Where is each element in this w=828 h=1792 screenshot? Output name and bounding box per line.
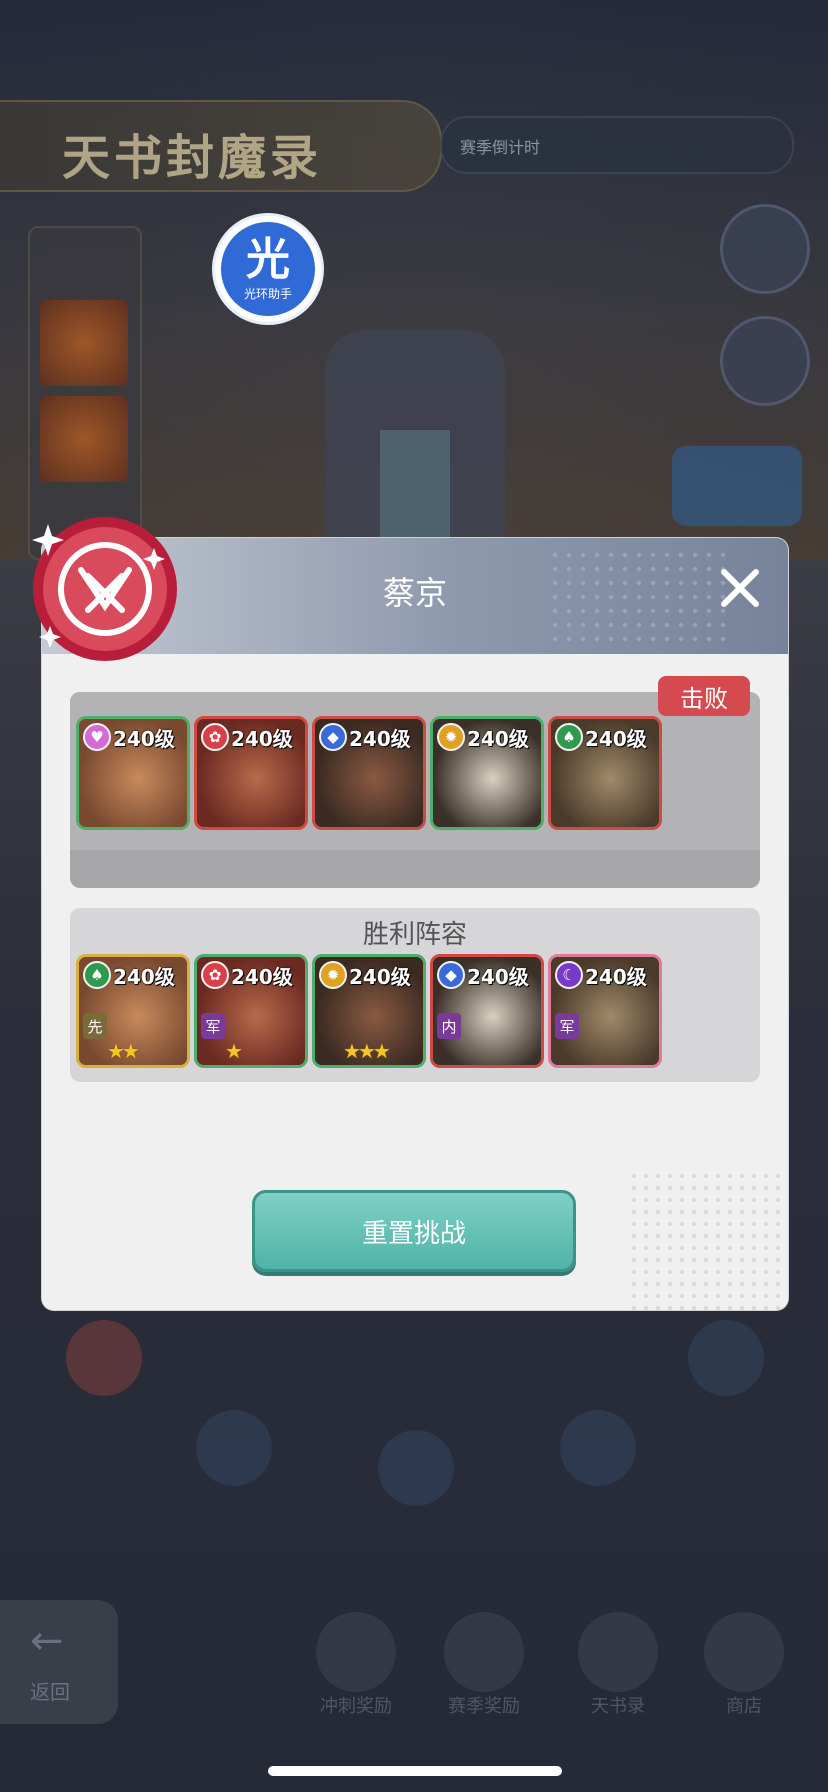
helper-badge-label: 光环助手 (243, 286, 292, 301)
rose-element-icon: ✿ (201, 723, 229, 751)
shop-icon (704, 1612, 784, 1692)
hero-role-badge: 先 (83, 1013, 107, 1039)
faction-emblem-icon (32, 517, 177, 661)
book-icon (578, 1612, 658, 1692)
hero-level: 240级 (231, 965, 293, 989)
hero-level: 240级 (585, 965, 647, 989)
sprint-reward-icon (316, 1612, 396, 1692)
hero-level: 240级 (585, 727, 647, 751)
close-button[interactable] (710, 558, 770, 618)
hero-level: 240级 (349, 965, 411, 989)
hero-role-badge: 内 (437, 1013, 461, 1039)
disabled-slot-icon (66, 1320, 142, 1396)
rose-element-icon: ✿ (201, 961, 229, 989)
season-reward-icon (444, 1612, 524, 1692)
hero-card[interactable]: ✿ 240级军 ★ (194, 954, 308, 1068)
helper-badge-char: 光 (246, 233, 290, 285)
hero-card[interactable]: ◆ 240级内 (430, 954, 544, 1068)
bottom-tab-label: 冲刺奖励 (320, 1696, 392, 1717)
reset-challenge-button[interactable]: 重置挑战 (252, 1190, 576, 1272)
defeat-tag: 击败 (658, 676, 750, 716)
spade-element-icon: ♠ (83, 961, 111, 989)
back-arrow-icon: ← (30, 1618, 64, 1664)
treasure-chest (672, 446, 802, 526)
home-indicator (268, 1766, 562, 1776)
bottom-tab-label: 赛季奖励 (448, 1696, 520, 1717)
hero-level: 240级 (113, 965, 175, 989)
diamond-element-icon: ◆ (437, 961, 465, 989)
hero-level: 240级 (349, 727, 411, 751)
hero-star-rating: ★★★ (343, 1039, 391, 1063)
refresh-icon (196, 1410, 272, 1486)
helper-badge[interactable]: 光 光环助手 (212, 213, 324, 325)
tower-door (380, 430, 450, 540)
season-timer-label: 赛季倒计时 (460, 138, 541, 157)
side-avatar (720, 204, 810, 294)
hero-card[interactable]: ♠ 240级先 ★★ (76, 954, 190, 1068)
hero-card[interactable]: ♥ 240级 (76, 716, 190, 830)
sun-element-icon: ✹ (437, 723, 465, 751)
spade-element-icon: ♠ (555, 723, 583, 751)
hero-card[interactable]: ☾ 240级军 (548, 954, 662, 1068)
hero-level: 240级 (113, 727, 175, 751)
hero-card[interactable]: ✹ 240级 ★★★ (312, 954, 426, 1068)
heart-element-icon: ♥ (83, 723, 111, 751)
refresh-icon (688, 1320, 764, 1396)
moon-element-icon: ☾ (555, 961, 583, 989)
hero-card[interactable]: ♠ 240级 (548, 716, 662, 830)
hero-star-rating: ★ (225, 1039, 243, 1063)
hero-level: 240级 (231, 727, 293, 751)
back-button-label: 返回 (30, 1680, 70, 1704)
stage-thumbnail (40, 396, 128, 482)
diamond-element-icon: ◆ (319, 723, 347, 751)
sun-element-icon: ✹ (319, 961, 347, 989)
hero-level: 240级 (467, 727, 529, 751)
stage-thumbnail (40, 300, 128, 386)
bottom-tab-label: 天书录 (591, 1696, 645, 1717)
helper-badge-inner: 光 光环助手 (221, 222, 315, 316)
bottom-tab-label: 商店 (726, 1696, 762, 1717)
refresh-icon (560, 1410, 636, 1486)
event-title: 天书封魔录 (62, 130, 323, 186)
hero-role-badge: 军 (201, 1013, 225, 1039)
dialog-dot-pattern (628, 1170, 788, 1310)
win-team-title: 胜利阵容 (362, 920, 467, 950)
side-avatar (720, 316, 810, 406)
refresh-icon (378, 1430, 454, 1506)
hero-level: 240级 (467, 965, 529, 989)
hero-card[interactable]: ✹ 240级 (430, 716, 544, 830)
hero-role-badge: 军 (555, 1013, 579, 1039)
hero-card[interactable]: ✿ 240级 (194, 716, 308, 830)
close-icon (721, 569, 759, 607)
hero-star-rating: ★★ (107, 1039, 140, 1063)
hero-card[interactable]: ◆ 240级 (312, 716, 426, 830)
